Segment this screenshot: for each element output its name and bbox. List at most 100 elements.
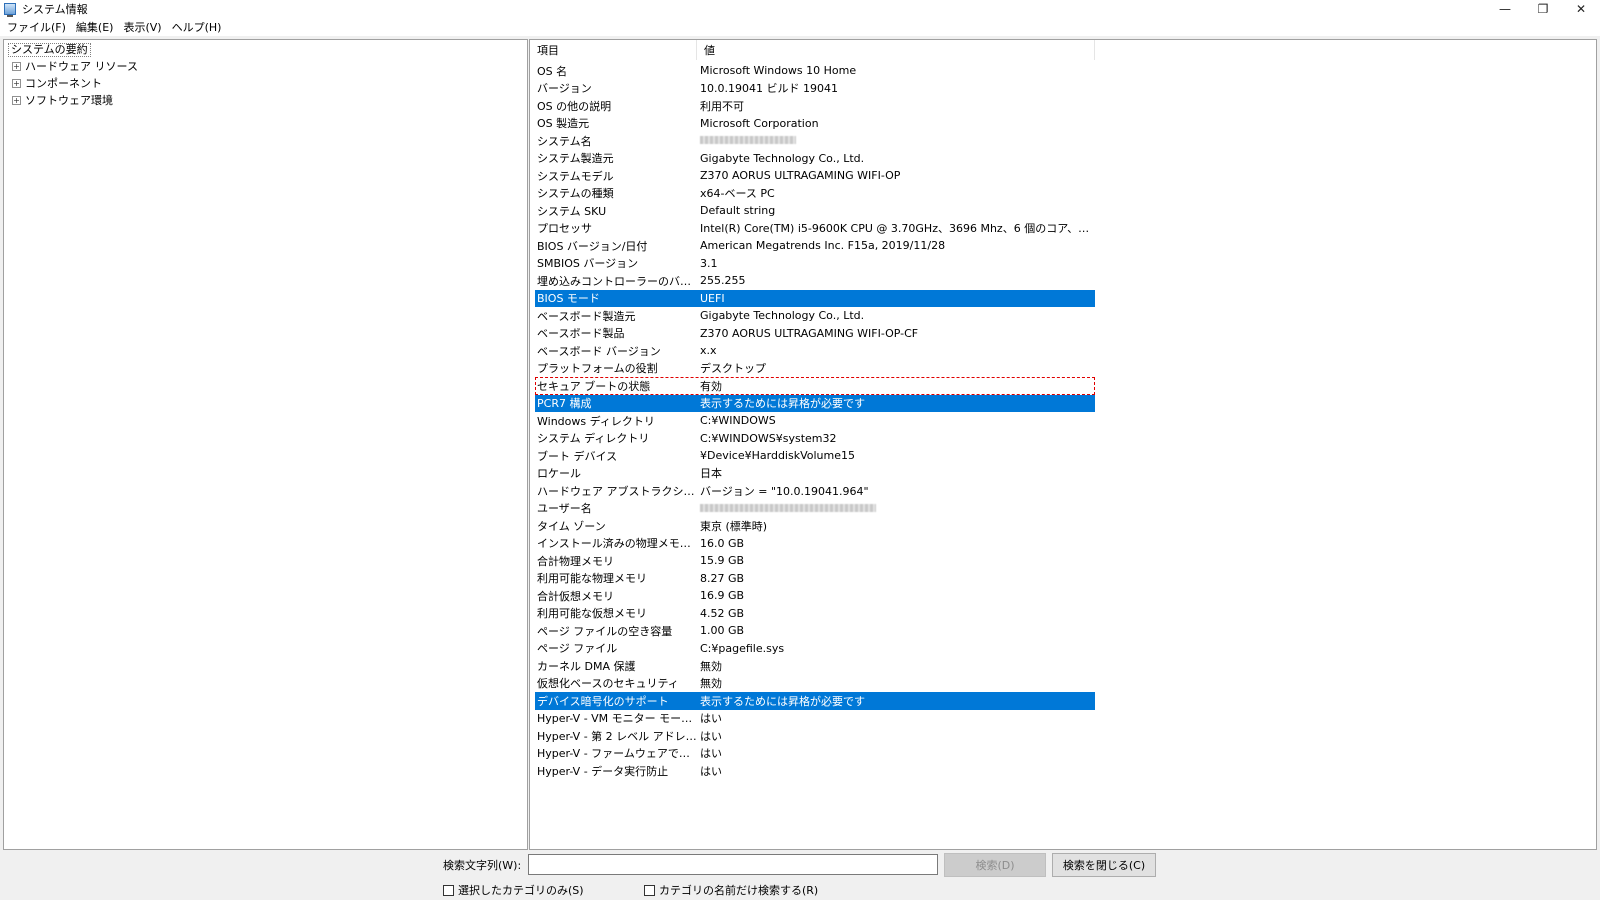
- row-item-name: インストール済みの物理メモリ (RAM): [537, 537, 698, 551]
- row-item-name: システムモデル: [537, 169, 614, 183]
- list-row[interactable]: プロセッサ Intel(R) Core(TM) i5-9600K CPU @ 3.…: [535, 220, 1095, 238]
- checkbox[interactable]: [443, 884, 454, 896]
- minimize-button[interactable]: —: [1486, 0, 1524, 18]
- row-item-value: Intel(R) Core(TM) i5-9600K CPU @ 3.70GHz…: [700, 222, 1095, 236]
- expand-icon[interactable]: +: [12, 61, 21, 71]
- list-row[interactable]: バージョン 10.0.19041 ビルド 19041: [535, 80, 1095, 98]
- list-row[interactable]: ベースボード製造元 Gigabyte Technology Co., Ltd.: [535, 307, 1095, 325]
- row-item-value: 10.0.19041 ビルド 19041: [700, 82, 838, 96]
- list-row[interactable]: インストール済みの物理メモリ (RAM)16.0 GB: [535, 535, 1095, 553]
- list-row[interactable]: セキュア ブートの状態 有効: [535, 377, 1095, 395]
- row-item-value: はい: [700, 747, 722, 761]
- search-label: 検索文字列(W):: [443, 859, 522, 872]
- search-button[interactable]: 検索(D): [944, 853, 1046, 877]
- expand-icon[interactable]: +: [12, 95, 21, 105]
- menu-help[interactable]: ヘルプ(H): [167, 19, 227, 35]
- list-row[interactable]: Hyper-V - データ実行防止 はい: [535, 762, 1095, 780]
- close-button[interactable]: ✕: [1562, 0, 1600, 18]
- close-search-button[interactable]: 検索を閉じる(C): [1052, 853, 1156, 877]
- row-item-name: OS 製造元: [537, 117, 590, 131]
- row-item-name: ブート デバイス: [537, 449, 618, 463]
- list-row[interactable]: ブート デバイス ¥Device¥HarddiskVolume15: [535, 447, 1095, 465]
- column-header-item[interactable]: 項目: [530, 40, 697, 60]
- list-row[interactable]: ハードウェア アブストラクション レイヤーバージョン = "10.0.19041…: [535, 482, 1095, 500]
- row-item-name: システム名: [537, 134, 592, 148]
- checkbox[interactable]: [644, 884, 655, 896]
- list-row[interactable]: ページ ファイルの空き容量 1.00 GB: [535, 622, 1095, 640]
- row-item-value: American Megatrends Inc. F15a, 2019/11/2…: [700, 239, 946, 253]
- row-item-value: [698, 134, 1095, 147]
- row-item-name: 合計物理メモリ: [537, 554, 614, 568]
- row-item-value: [698, 502, 1095, 515]
- row-item-value: C:¥WINDOWS¥system32: [700, 431, 837, 445]
- menu-view[interactable]: 表示(V): [118, 19, 166, 35]
- column-header-value[interactable]: 値: [697, 40, 1095, 60]
- row-item-value: 無効: [700, 677, 722, 691]
- list-row[interactable]: Windows ディレクトリ C:¥WINDOWS: [535, 412, 1095, 430]
- list-row[interactable]: システム SKU Default string: [535, 202, 1095, 220]
- list-row[interactable]: 合計仮想メモリ 16.9 GB: [535, 587, 1095, 605]
- list-row[interactable]: 利用可能な仮想メモリ 4.52 GB: [535, 605, 1095, 623]
- list-row[interactable]: ベースボード製品 Z370 AORUS ULTRAGAMING WIFI-OP-C…: [535, 325, 1095, 343]
- list-row[interactable]: デバイス暗号化のサポート 表示するためには昇格が必要です: [535, 692, 1095, 710]
- row-item-name: バージョン: [537, 82, 592, 96]
- list-row[interactable]: システム名: [535, 132, 1095, 150]
- row-item-name: プロセッサ: [537, 222, 592, 236]
- list-row[interactable]: SMBIOS バージョン 3.1: [535, 255, 1095, 273]
- checkbox-label: カテゴリの名前だけ検索する(R): [659, 884, 819, 897]
- list-row[interactable]: システムの種類 x64-ベース PC: [535, 185, 1095, 203]
- row-item-name: ページ ファイルの空き容量: [537, 624, 673, 638]
- tree-item-components[interactable]: + コンポーネント: [12, 75, 102, 91]
- list-row[interactable]: Hyper-V - 第 2 レベル アドレス変...はい: [535, 727, 1095, 745]
- search-input[interactable]: [528, 854, 938, 875]
- menu-file[interactable]: ファイル(F): [2, 19, 71, 35]
- row-item-name: Windows ディレクトリ: [537, 414, 655, 428]
- list-row[interactable]: システム ディレクトリ C:¥WINDOWS¥system32: [535, 430, 1095, 448]
- tree-item-hardware-resources[interactable]: + ハードウェア リソース: [12, 58, 138, 74]
- list-rows: OS 名 Microsoft Windows 10 Home バージョン 10.0.1…: [535, 62, 1095, 780]
- tree-item-system-summary[interactable]: システムの要約: [8, 43, 91, 57]
- list-row[interactable]: タイム ゾーン 東京 (標準時): [535, 517, 1095, 535]
- list-row[interactable]: OS 名 Microsoft Windows 10 Home: [535, 62, 1095, 80]
- list-row[interactable]: 仮想化ベースのセキュリティ 無効: [535, 675, 1095, 693]
- list-row[interactable]: OS の他の説明 利用不可: [535, 97, 1095, 115]
- expand-icon[interactable]: +: [12, 78, 21, 88]
- tree-item-software-environment[interactable]: + ソフトウェア環境: [12, 92, 113, 108]
- row-item-value: Z370 AORUS ULTRAGAMING WIFI-OP: [700, 169, 901, 183]
- restore-button[interactable]: ❐: [1524, 0, 1562, 18]
- details-list[interactable]: 項目 値 OS 名 Microsoft Windows 10 Home バージョン 1…: [529, 39, 1597, 850]
- list-row[interactable]: 利用可能な物理メモリ 8.27 GB: [535, 570, 1095, 588]
- list-row[interactable]: OS 製造元 Microsoft Corporation: [535, 115, 1095, 133]
- list-row[interactable]: BIOS バージョン/日付 American Megatrends Inc. F1…: [535, 237, 1095, 255]
- row-item-name: PCR7 構成: [537, 397, 592, 411]
- row-item-value: 16.9 GB: [700, 589, 745, 603]
- row-item-value: デスクトップ: [700, 362, 766, 376]
- row-item-value: UEFI: [700, 291, 725, 305]
- row-item-value: バージョン = "10.0.19041.964": [700, 484, 869, 498]
- list-row[interactable]: ユーザー名: [535, 500, 1095, 518]
- list-row[interactable]: Hyper-V - ファームウェアで仮想化が...はい: [535, 745, 1095, 763]
- list-row[interactable]: BIOS モード UEFI: [535, 289, 1095, 307]
- list-header: 項目 値: [530, 40, 1095, 60]
- list-row[interactable]: ロケール 日本: [535, 465, 1095, 483]
- list-row[interactable]: 合計物理メモリ 15.9 GB: [535, 552, 1095, 570]
- list-row[interactable]: 埋め込みコントローラーのバージョン255.255: [535, 272, 1095, 290]
- tree-item-label: コンポーネント: [25, 77, 102, 90]
- list-row[interactable]: カーネル DMA 保護 無効: [535, 657, 1095, 675]
- list-row[interactable]: ページ ファイル C:¥pagefile.sys: [535, 640, 1095, 658]
- list-row[interactable]: Hyper-V - VM モニター モード拡張...はい: [535, 710, 1095, 728]
- list-row[interactable]: ベースボード バージョン x.x: [535, 342, 1095, 360]
- list-row[interactable]: システムモデル Z370 AORUS ULTRAGAMING WIFI-OP: [535, 167, 1095, 185]
- category-tree[interactable]: システムの要約 + ハードウェア リソース + コンポーネント + ソフトウェア…: [3, 39, 528, 850]
- row-item-name: OS 名: [537, 64, 568, 78]
- selected-category-only-option[interactable]: 選択したカテゴリのみ(S): [443, 882, 584, 898]
- list-row[interactable]: プラットフォームの役割 デスクトップ: [535, 360, 1095, 378]
- redacted-value: [700, 136, 796, 145]
- redacted-value: [700, 503, 876, 512]
- list-row[interactable]: システム製造元 Gigabyte Technology Co., Ltd.: [535, 150, 1095, 168]
- list-row[interactable]: PCR7 構成 表示するためには昇格が必要です: [535, 394, 1095, 412]
- menu-edit[interactable]: 編集(E): [71, 19, 119, 35]
- row-item-name: システムの種類: [537, 187, 614, 201]
- row-item-name: Hyper-V - 第 2 レベル アドレス変...: [537, 729, 698, 743]
- category-names-only-option[interactable]: カテゴリの名前だけ検索する(R): [644, 882, 818, 898]
